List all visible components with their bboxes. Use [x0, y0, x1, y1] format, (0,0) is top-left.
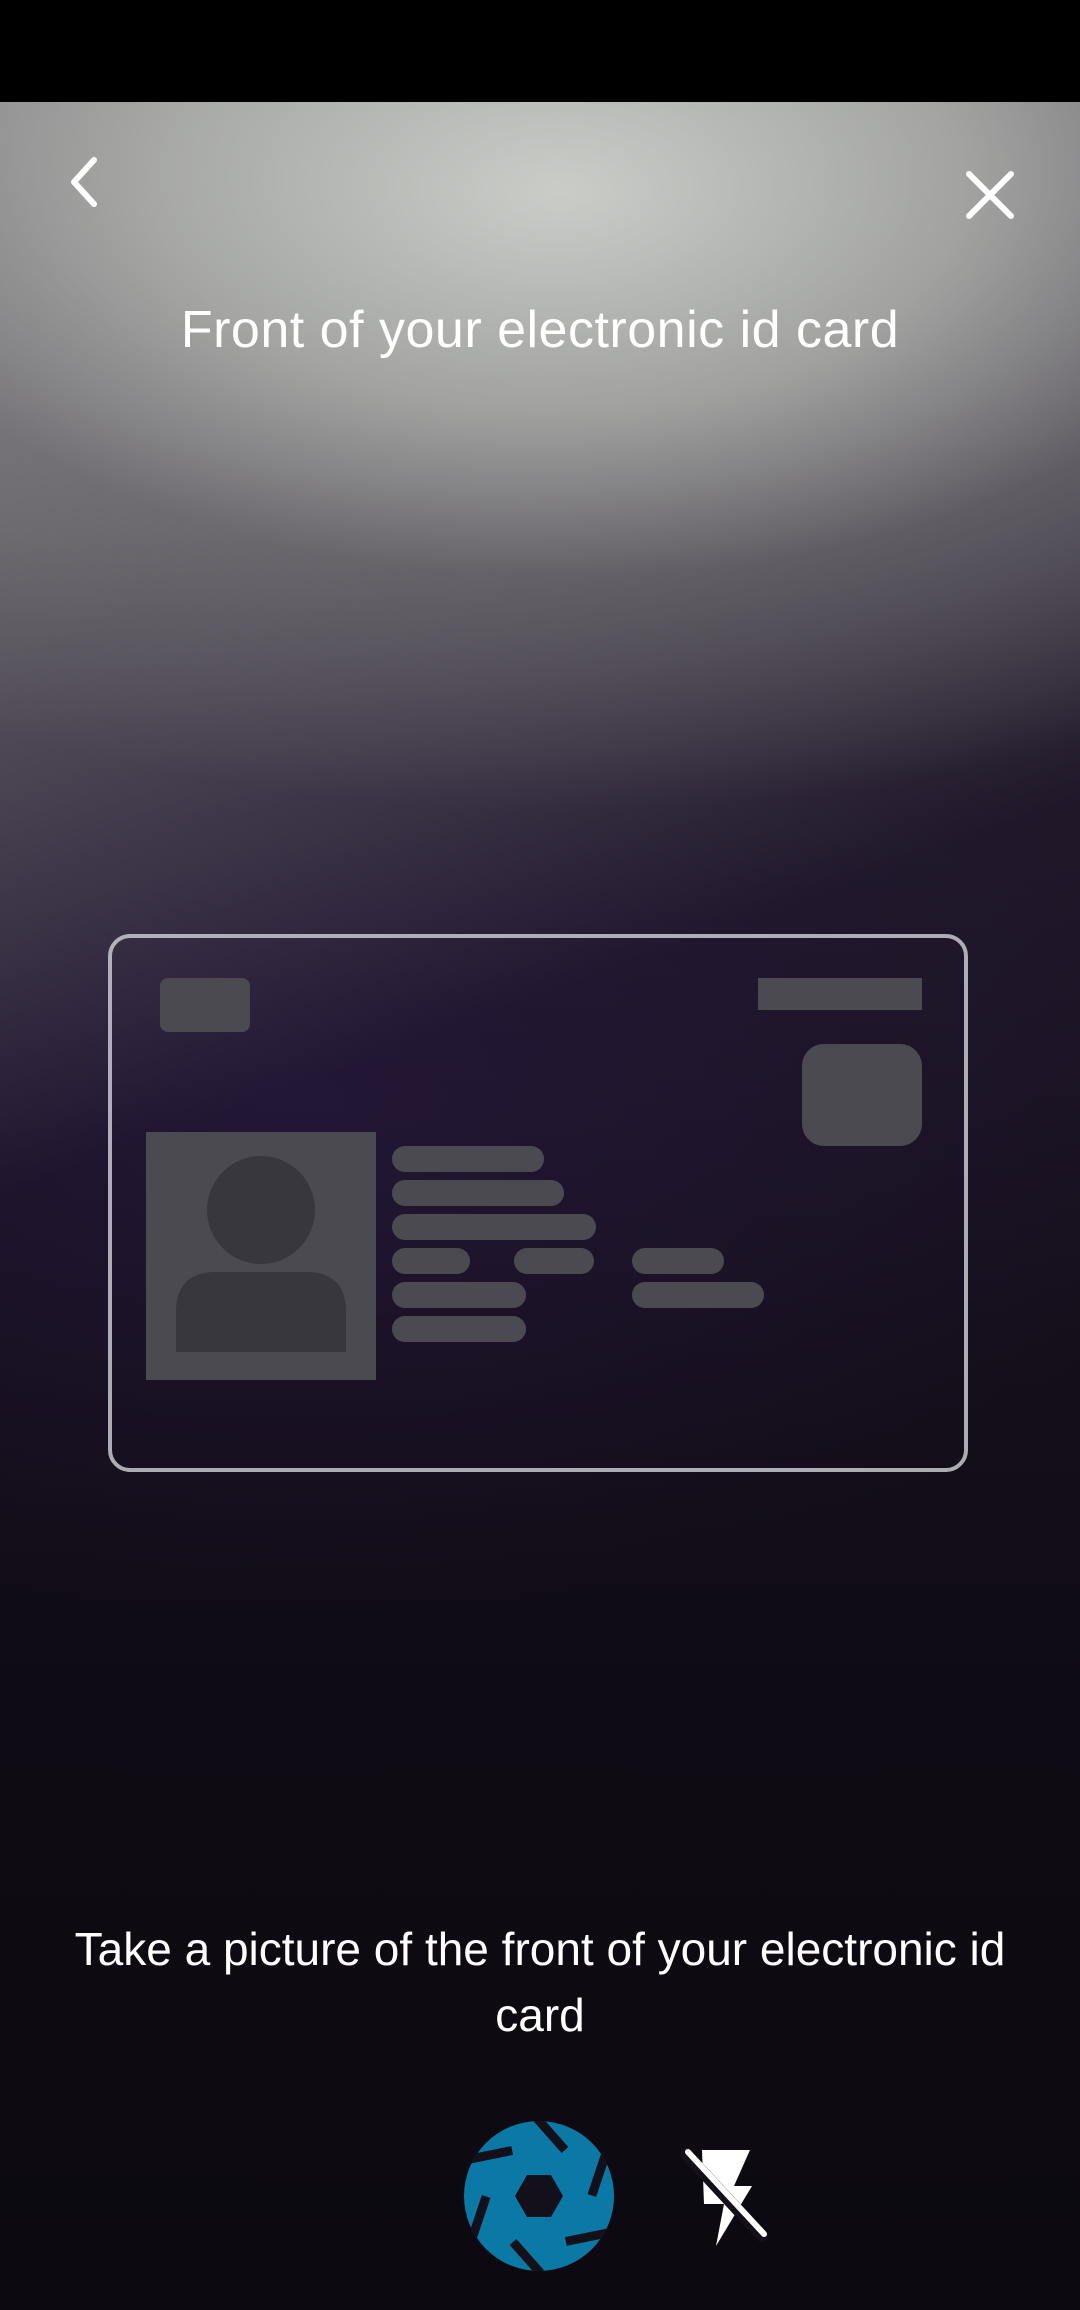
card-photo-placeholder	[146, 1132, 376, 1380]
flash-off-icon	[680, 2148, 768, 2246]
camera-shutter-icon	[464, 2121, 614, 2271]
card-text-line	[392, 1146, 544, 1172]
close-icon	[966, 171, 1014, 219]
back-button[interactable]	[52, 150, 116, 214]
card-text-line	[392, 1248, 470, 1274]
card-text-line	[392, 1180, 564, 1206]
shutter-button[interactable]	[463, 2120, 615, 2272]
id-card-frame	[108, 934, 968, 1472]
chevron-left-icon	[71, 157, 97, 207]
flash-toggle-button[interactable]	[680, 2146, 770, 2250]
card-header-placeholder	[758, 978, 922, 1010]
card-logo-placeholder	[160, 978, 250, 1032]
card-text-line	[514, 1248, 594, 1274]
card-text-line	[632, 1282, 764, 1308]
page-title: Front of your electronic id card	[180, 301, 900, 359]
card-text-line	[392, 1316, 526, 1342]
instruction-text: Take a picture of the front of your elec…	[74, 1923, 1006, 2041]
avatar-icon	[176, 1156, 346, 1352]
card-text-line	[392, 1214, 596, 1240]
card-chip-placeholder	[802, 1044, 922, 1146]
status-bar	[0, 0, 1080, 102]
close-button[interactable]	[955, 160, 1025, 230]
card-text-line	[392, 1282, 526, 1308]
card-text-line	[632, 1248, 724, 1274]
